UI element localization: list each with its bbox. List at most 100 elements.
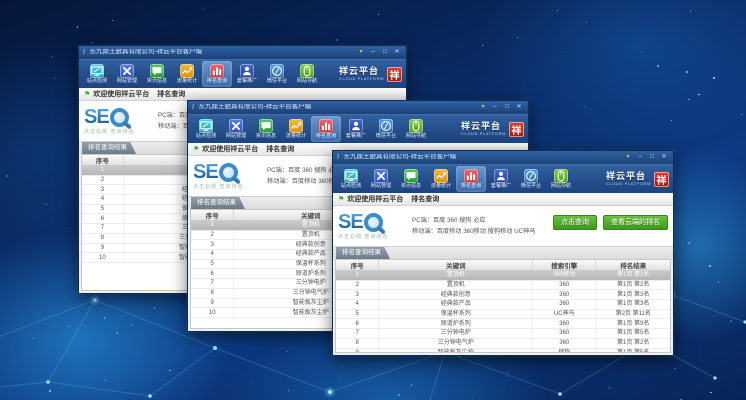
table-cell: 5 — [336, 310, 379, 319]
tab-rank-results[interactable]: 排名查询结果 — [82, 142, 136, 155]
star — [690, 10, 692, 12]
star — [411, 384, 412, 385]
column-header: 关键词 — [379, 260, 533, 270]
minimize-icon[interactable]: – — [635, 153, 645, 162]
table-row[interactable]: 5保温杯系列UC神马第2页 第11名 — [336, 310, 670, 320]
welcome-text: 欢迎使用祥云平台 — [202, 146, 258, 153]
brand-subtitle: CLOUD PLATFORM — [461, 132, 506, 136]
close-icon[interactable]: ✕ — [514, 103, 524, 112]
minimize-icon[interactable]: – — [368, 48, 378, 57]
seo-logo-text: SE — [84, 108, 109, 126]
table-cell: 8 — [82, 234, 124, 243]
toolbar-item-label: 排名查询 — [461, 184, 481, 189]
titlebar[interactable]: 广东九鼎王厨具有限公司-祥云平台客户端 ▾ – □ ✕ — [188, 101, 528, 114]
query-panel: SE 点击右侧 查询排名 PC端：百度 360 搜狗 必应 移动端：百度移动 3… — [333, 206, 673, 246]
star — [730, 320, 732, 322]
toolbar-item-bar-chart[interactable]: 排名查询 — [311, 116, 341, 142]
star — [517, 37, 518, 38]
star — [565, 51, 566, 52]
titlebar[interactable]: 广东九鼎王厨具有限公司-祥云平台客户端 ▾ – □ ✕ — [333, 151, 673, 164]
skin-icon[interactable]: ▾ — [478, 103, 488, 112]
toolbar-item-mouse[interactable]: 网站导航 — [292, 61, 322, 87]
maximize-icon[interactable]: □ — [502, 103, 512, 112]
toolbar-item-label: 套餐推广 — [491, 184, 511, 189]
tab-rank-results[interactable]: 排名查询结果 — [336, 247, 390, 260]
toolbar-item-chat[interactable]: 资讯信息 — [396, 166, 426, 192]
star — [710, 392, 711, 393]
toolbar-item-label: 网站导航 — [551, 184, 571, 189]
table-row[interactable]: 1置顶机360移动第1页 第1名 — [336, 271, 670, 281]
toolbar-item-tools[interactable]: 网站管理 — [221, 116, 251, 142]
star — [178, 295, 179, 296]
toolbar-item-compass[interactable]: 微信平台 — [262, 61, 292, 87]
column-header: 序号 — [82, 155, 124, 165]
table-row[interactable]: 8三分钟电气炉360第1页 第2名 — [336, 339, 670, 349]
toolbar-item-label: 流量统计 — [286, 134, 306, 139]
seo-logo-text: SE — [193, 163, 218, 181]
toolbar-item-chat[interactable]: 资讯信息 — [142, 61, 172, 87]
table-cell: 9 — [82, 244, 124, 253]
titlebar[interactable]: 广东九鼎王厨具有限公司-祥云平台客户端 ▾ – □ ✕ — [79, 46, 406, 59]
toolbar-item-compass[interactable]: 微信平台 — [516, 166, 546, 192]
toolbar-item-label: 网站管理 — [226, 134, 246, 139]
mouse-icon — [409, 119, 423, 133]
toolbar-item-bar-chart[interactable]: 排名查询 — [202, 61, 232, 87]
star — [657, 65, 659, 67]
toolbar-item-line-chart[interactable]: 流量统计 — [281, 116, 311, 142]
star — [688, 242, 690, 244]
table-row[interactable]: 7三分钟电炉360第1页 第5名 — [336, 329, 670, 339]
table-row[interactable]: 4经典款产品360第1页 第3名 — [336, 300, 670, 310]
brand-badge-icon: 祥 — [387, 67, 402, 82]
skin-icon[interactable]: ▾ — [623, 153, 633, 162]
toolbar-item-mouse[interactable]: 网站导航 — [546, 166, 576, 192]
brand-name: 祥云平台 — [339, 67, 384, 76]
star — [203, 8, 204, 9]
star — [105, 380, 106, 381]
table-cell: 置顶机 — [379, 271, 533, 280]
table-row[interactable]: 9智能板灰尘炉搜狗第1页 第5名 — [336, 349, 670, 354]
table-cell: 原道炉系列 — [379, 319, 533, 328]
table-row[interactable]: 6原道炉系列360第1页 第9名 — [336, 319, 670, 329]
toolbar-item-label: 套餐推广 — [346, 134, 366, 139]
toolbar-item-compass[interactable]: 微信平台 — [371, 116, 401, 142]
skin-icon[interactable]: ▾ — [356, 48, 366, 57]
table-row[interactable]: 2置顶机360第1页 第2名 — [336, 281, 670, 291]
star — [37, 314, 38, 315]
table-cell: 第1页 第3名 — [596, 290, 669, 299]
toolbar-item-people[interactable]: 套餐推广 — [232, 61, 262, 87]
close-icon[interactable]: ✕ — [392, 48, 402, 57]
toolbar-item-line-chart[interactable]: 流量统计 — [426, 166, 456, 192]
table-cell: 6 — [336, 319, 379, 328]
maximize-icon[interactable]: □ — [380, 48, 390, 57]
toolbar-item-people[interactable]: 套餐推广 — [341, 116, 371, 142]
table-cell: 7 — [82, 224, 124, 233]
table-cell: 10 — [191, 308, 234, 317]
toolbar-item-tools[interactable]: 网站管理 — [112, 61, 142, 87]
seo-slogan: 点击右侧 查询排名 — [338, 233, 408, 240]
toolbar-item-monitor[interactable]: 站点检测 — [336, 166, 366, 192]
toolbar-item-people[interactable]: 套餐推广 — [486, 166, 516, 192]
toolbar-item-label: 网站管理 — [371, 184, 391, 189]
table-cell: 经典款创意 — [379, 290, 533, 299]
toolbar-item-bar-chart[interactable]: 排名查询 — [456, 166, 486, 192]
table-row[interactable]: 3经典款创意360第1页 第3名 — [336, 290, 670, 300]
column-header: 序号 — [191, 210, 234, 220]
toolbar-item-mouse[interactable]: 网站导航 — [401, 116, 431, 142]
minimize-icon[interactable]: – — [490, 103, 500, 112]
query-button[interactable]: 点击查询 — [553, 215, 597, 230]
toolbar-item-line-chart[interactable]: 流量统计 — [172, 61, 202, 87]
toolbar-item-monitor[interactable]: 站点检测 — [191, 116, 221, 142]
tab-rank-results[interactable]: 排名查询结果 — [191, 197, 245, 210]
toolbar-item-monitor[interactable]: 站点检测 — [82, 61, 112, 87]
app-window: 广东九鼎王厨具有限公司-祥云平台客户端 ▾ – □ ✕ 站点检测网站管理资讯信息… — [332, 150, 674, 356]
toolbar-item-tools[interactable]: 网站管理 — [366, 166, 396, 192]
flag-icon: ⚑ — [193, 146, 199, 153]
column-header: 排名结果 — [596, 260, 669, 270]
close-icon[interactable]: ✕ — [659, 153, 669, 162]
toolbar-item-chat[interactable]: 资讯信息 — [251, 116, 281, 142]
action-buttons: 点击查询 查看云端的排名 — [553, 215, 668, 230]
cloud-rank-button[interactable]: 查看云端的排名 — [603, 215, 668, 230]
toolbar-item-label: 网站导航 — [297, 79, 317, 84]
maximize-icon[interactable]: □ — [647, 153, 657, 162]
compass-icon — [270, 64, 284, 78]
